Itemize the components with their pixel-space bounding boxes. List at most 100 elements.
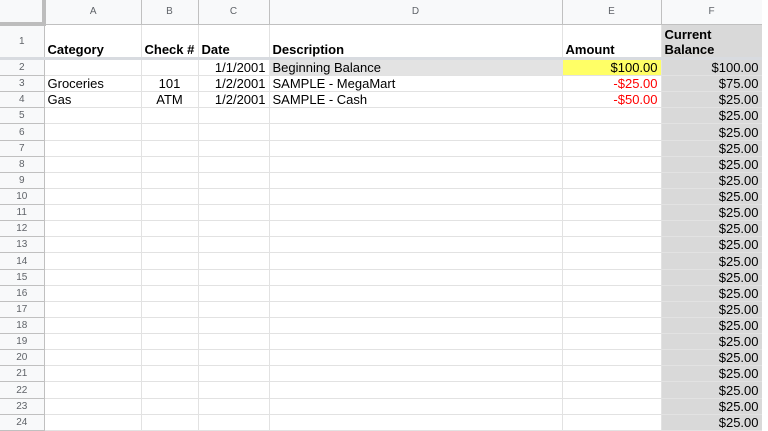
check-cell[interactable]	[141, 398, 199, 415]
header-check-cell[interactable]: Check #	[141, 24, 199, 60]
amount-cell[interactable]	[562, 301, 662, 318]
check-cell[interactable]: ATM	[141, 91, 199, 109]
amount-cell[interactable]	[562, 365, 662, 383]
row-number[interactable]: 13	[0, 236, 45, 254]
header-description-cell[interactable]: Description	[269, 24, 563, 60]
description-cell[interactable]	[269, 188, 563, 206]
column-header-e[interactable]: E	[562, 0, 662, 25]
category-cell[interactable]: Groceries	[44, 75, 142, 93]
date-cell[interactable]: 1/1/2001	[198, 58, 270, 77]
check-cell[interactable]	[141, 236, 199, 254]
amount-cell[interactable]	[562, 349, 662, 367]
check-cell[interactable]	[141, 204, 199, 222]
date-cell[interactable]	[198, 285, 270, 302]
amount-cell[interactable]	[562, 156, 662, 173]
row-number[interactable]: 7	[0, 140, 45, 157]
header-category-cell[interactable]: Category	[44, 24, 142, 60]
category-cell[interactable]	[44, 188, 142, 206]
description-cell[interactable]	[269, 317, 563, 335]
category-cell[interactable]	[44, 140, 142, 157]
balance-cell[interactable]: $25.00	[661, 220, 763, 238]
category-cell[interactable]	[44, 381, 142, 399]
row-number[interactable]: 8	[0, 156, 45, 173]
row-number[interactable]: 2	[0, 58, 45, 77]
check-cell[interactable]	[141, 269, 199, 286]
balance-cell[interactable]: $75.00	[661, 75, 763, 93]
row-number[interactable]: 20	[0, 349, 45, 367]
amount-cell[interactable]	[562, 381, 662, 399]
column-header-d[interactable]: D	[269, 0, 563, 25]
header-amount-cell[interactable]: Amount	[562, 24, 662, 60]
amount-cell[interactable]	[562, 140, 662, 157]
row-number[interactable]: 24	[0, 414, 45, 431]
balance-cell[interactable]: $25.00	[661, 123, 763, 141]
description-cell[interactable]: Beginning Balance	[269, 58, 563, 77]
date-cell[interactable]	[198, 156, 270, 173]
row-number[interactable]: 4	[0, 91, 45, 109]
category-cell[interactable]: Gas	[44, 91, 142, 109]
description-cell[interactable]	[269, 236, 563, 254]
description-cell[interactable]: SAMPLE - Cash	[269, 91, 563, 109]
date-cell[interactable]	[198, 123, 270, 141]
check-cell[interactable]: 101	[141, 75, 199, 93]
amount-cell[interactable]	[562, 317, 662, 335]
row-number[interactable]: 17	[0, 301, 45, 318]
balance-cell[interactable]: $25.00	[661, 107, 763, 125]
row-number[interactable]: 22	[0, 381, 45, 399]
row-number[interactable]: 14	[0, 252, 45, 270]
description-cell[interactable]	[269, 333, 563, 351]
date-cell[interactable]	[198, 317, 270, 335]
row-number[interactable]: 19	[0, 333, 45, 351]
balance-cell[interactable]: $100.00	[661, 58, 763, 77]
balance-cell[interactable]: $25.00	[661, 285, 763, 302]
date-cell[interactable]	[198, 140, 270, 157]
amount-cell[interactable]: -$25.00	[562, 75, 662, 93]
balance-cell[interactable]: $25.00	[661, 381, 763, 399]
description-cell[interactable]	[269, 285, 563, 302]
date-cell[interactable]	[198, 333, 270, 351]
check-cell[interactable]	[141, 220, 199, 238]
date-cell[interactable]	[198, 172, 270, 189]
select-all-corner[interactable]	[0, 0, 46, 27]
description-cell[interactable]	[269, 398, 563, 415]
check-cell[interactable]	[141, 349, 199, 367]
balance-cell[interactable]: $25.00	[661, 140, 763, 157]
balance-cell[interactable]: $25.00	[661, 398, 763, 415]
balance-cell[interactable]: $25.00	[661, 236, 763, 254]
amount-cell[interactable]	[562, 398, 662, 415]
category-cell[interactable]	[44, 285, 142, 302]
category-cell[interactable]	[44, 204, 142, 222]
category-cell[interactable]	[44, 172, 142, 189]
column-header-a[interactable]: A	[44, 0, 142, 25]
description-cell[interactable]	[269, 107, 563, 125]
amount-cell[interactable]	[562, 252, 662, 270]
date-cell[interactable]	[198, 204, 270, 222]
date-cell[interactable]	[198, 188, 270, 206]
row-number[interactable]: 12	[0, 220, 45, 238]
description-cell[interactable]	[269, 172, 563, 189]
date-cell[interactable]	[198, 349, 270, 367]
row-number[interactable]: 6	[0, 123, 45, 141]
description-cell[interactable]	[269, 204, 563, 222]
description-cell[interactable]	[269, 252, 563, 270]
check-cell[interactable]	[141, 333, 199, 351]
check-cell[interactable]	[141, 58, 199, 77]
description-cell[interactable]	[269, 123, 563, 141]
balance-cell[interactable]: $25.00	[661, 91, 763, 109]
category-cell[interactable]	[44, 398, 142, 415]
balance-cell[interactable]: $25.00	[661, 414, 763, 431]
balance-cell[interactable]: $25.00	[661, 156, 763, 173]
row-number[interactable]: 21	[0, 365, 45, 383]
balance-cell[interactable]: $25.00	[661, 204, 763, 222]
description-cell[interactable]	[269, 140, 563, 157]
check-cell[interactable]	[141, 107, 199, 125]
description-cell[interactable]: SAMPLE - MegaMart	[269, 75, 563, 93]
row-number[interactable]: 1	[0, 24, 45, 60]
amount-cell[interactable]	[562, 188, 662, 206]
check-cell[interactable]	[141, 285, 199, 302]
category-cell[interactable]	[44, 365, 142, 383]
category-cell[interactable]	[44, 414, 142, 431]
description-cell[interactable]	[269, 414, 563, 431]
amount-cell[interactable]	[562, 123, 662, 141]
check-cell[interactable]	[141, 156, 199, 173]
